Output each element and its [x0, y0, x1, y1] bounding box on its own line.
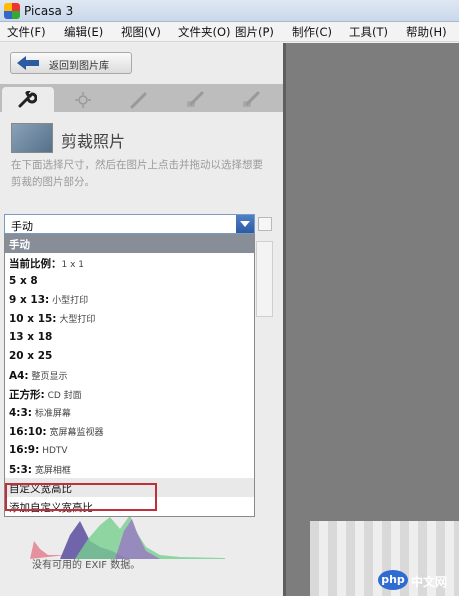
- back-to-library-button[interactable]: 返回到图片库: [10, 52, 132, 74]
- option-13x18[interactable]: 13 x 18: [5, 328, 254, 347]
- tab-tuning[interactable]: [58, 87, 110, 112]
- option-square[interactable]: 正方形: CD 封面: [5, 384, 254, 403]
- viewer-edge: [283, 43, 286, 596]
- option-16-9[interactable]: 16:9: HDTV: [5, 441, 254, 460]
- edit-panel: 剪裁照片 在下面选择尺寸，然后在图片上点击并拖动以选择想要剪裁的图片部分。 手动…: [0, 81, 283, 596]
- option-current-ratio[interactable]: 当前比例：1 x 1: [5, 253, 254, 272]
- php-logo: php: [378, 570, 408, 590]
- option-4-3[interactable]: 4:3: 标准屏幕: [5, 403, 254, 422]
- option-10x15[interactable]: 10 x 15: 大型打印: [5, 309, 254, 328]
- panel-side-strip: [256, 241, 273, 317]
- crop-size-select[interactable]: 手动: [4, 214, 255, 234]
- histogram-graph: [30, 515, 225, 559]
- crop-size-options: 手动 当前比例：1 x 1 5 x 8 9 x 13: 小型打印 10 x 15…: [4, 234, 255, 517]
- preview-toggle-checkbox[interactable]: [258, 217, 272, 231]
- chevron-down-icon: [240, 221, 250, 227]
- option-5-3[interactable]: 5:3: 宽屏相框: [5, 460, 254, 479]
- brush-icon: [243, 91, 260, 107]
- menu-picture[interactable]: 图片(P): [228, 22, 285, 41]
- option-5x8[interactable]: 5 x 8: [5, 272, 254, 291]
- menu-view[interactable]: 视图(V): [114, 22, 171, 41]
- edit-tabs: [0, 84, 283, 112]
- tab-effects-1[interactable]: [114, 87, 166, 112]
- histogram: [20, 511, 255, 596]
- annotation-highlight: [5, 483, 157, 511]
- menu-folder[interactable]: 文件夹(O): [171, 22, 231, 41]
- tab-basic-fixes[interactable]: [2, 87, 54, 112]
- menu-create[interactable]: 制作(C): [285, 22, 342, 41]
- brush-icon: [187, 91, 204, 107]
- tab-effects-3[interactable]: [226, 87, 278, 112]
- option-manual[interactable]: 手动: [5, 234, 254, 253]
- menu-file[interactable]: 文件(F): [0, 22, 57, 41]
- picasa-app-icon: [4, 3, 20, 19]
- title-bar: Picasa 3: [0, 0, 459, 22]
- back-arrow-icon: [17, 56, 39, 70]
- no-exif-message: 没有可用的 EXIF 数据。: [32, 560, 141, 571]
- crop-photo-icon: [11, 123, 53, 153]
- menu-help[interactable]: 帮助(H): [399, 22, 456, 41]
- sun-icon: [75, 92, 91, 108]
- option-16-10[interactable]: 16:10: 宽屏幕监视器: [5, 422, 254, 441]
- dropdown-toggle-button[interactable]: [236, 215, 254, 233]
- window-title: Picasa 3: [24, 4, 74, 18]
- option-20x25[interactable]: 20 x 25: [5, 347, 254, 366]
- crop-title: 剪裁照片: [61, 132, 126, 151]
- crop-size-value: 手动: [11, 220, 33, 233]
- menu-bar: 文件(F) 编辑(E) 视图(V) 文件夹(O) 图片(P) 制作(C) 工具(…: [0, 22, 459, 42]
- tab-effects-2[interactable]: [170, 87, 222, 112]
- watermark-text: 中文网: [411, 575, 448, 589]
- option-a4[interactable]: A4: 整页显示: [5, 366, 254, 385]
- toolbar: 返回到图片库: [0, 43, 283, 81]
- menu-tools[interactable]: 工具(T): [342, 22, 399, 41]
- option-9x13[interactable]: 9 x 13: 小型打印: [5, 290, 254, 309]
- wrench-icon: [18, 91, 37, 108]
- menu-edit[interactable]: 编辑(E): [57, 22, 114, 41]
- photo-viewer[interactable]: [283, 43, 459, 596]
- back-button-label: 返回到图片库: [49, 61, 109, 72]
- crop-description: 在下面选择尺寸，然后在图片上点击并拖动以选择想要剪裁的图片部分。: [11, 159, 263, 188]
- brush-icon: [130, 92, 147, 109]
- site-watermark: php 中文网: [378, 570, 454, 592]
